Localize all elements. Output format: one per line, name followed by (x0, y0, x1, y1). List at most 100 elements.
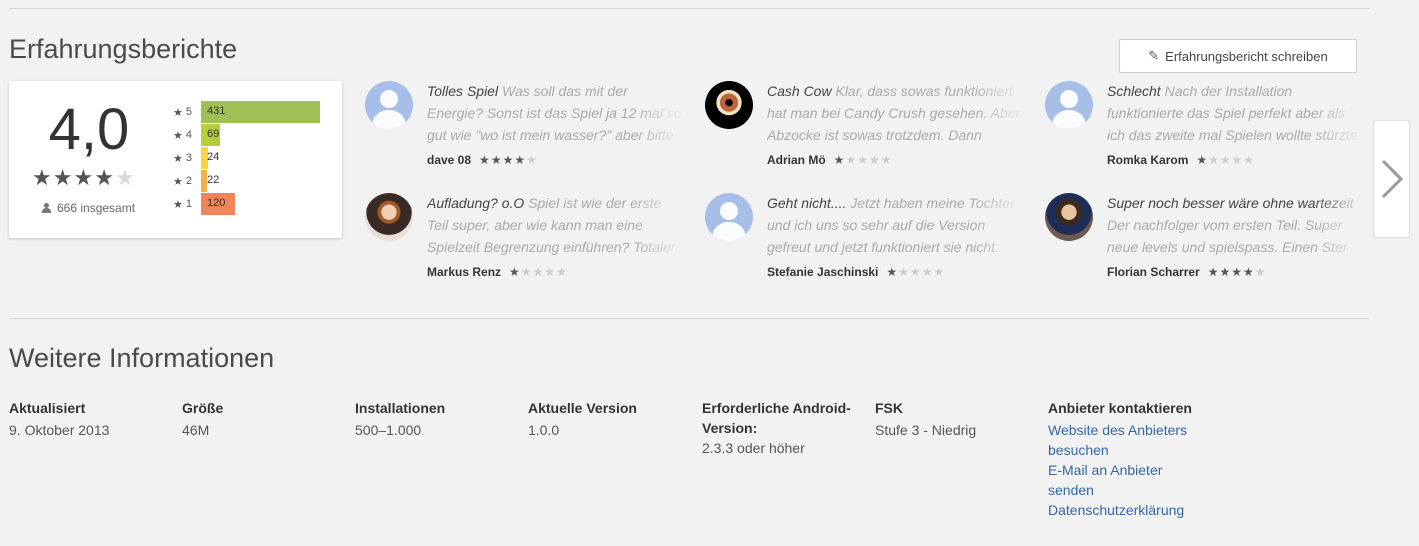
review-author-row: Stefanie Jaschinski ★ ★ ★ ★ ★ (767, 265, 944, 279)
info-heading-android-2: Version: (702, 420, 758, 436)
star-icon: ★ (114, 165, 135, 190)
star-icon: ★ (1231, 153, 1243, 167)
histogram-row: ★ 5 431 (171, 101, 320, 123)
star-icon: ★ (532, 265, 544, 279)
review-title: Aufladung? o.O (427, 195, 525, 211)
review-author-row: dave 08 ★ ★ ★ ★ ★ (427, 153, 537, 167)
avatar[interactable] (705, 193, 753, 241)
histogram-count: 120 (207, 197, 226, 209)
review-text: Aufladung? o.O Spiel ist wie der erste T… (427, 192, 685, 258)
star-icon: ★ (514, 153, 526, 167)
star-icon: ★ (544, 265, 556, 279)
chevron-right-icon (1381, 159, 1403, 199)
rating-summary-card: 4,0 ★ ★ ★ ★ ★ 666 insgesamt ★ 5 431 ★ 4 69 ★ 3 24 ★ 2 2… (9, 81, 342, 238)
review-author: Romka Karom (1107, 153, 1189, 167)
review-text: Schlecht Nach der Installation funktioni… (1107, 80, 1365, 146)
review-text: Tolles Spiel Was soll das mit der Energi… (427, 80, 685, 146)
review-card[interactable]: Geht nicht.... Jetzt haben meine Tochter… (705, 193, 1025, 285)
review-card[interactable]: Aufladung? o.O Spiel ist wie der erste T… (365, 193, 685, 285)
privacy-policy-link[interactable]: Datenschutzerklärung (1048, 500, 1192, 520)
histogram-star-label: ★ 5 (171, 106, 201, 119)
histogram-count: 69 (207, 128, 220, 140)
review-body: Der nachfolger vom ersten Teil. Super ne… (1107, 217, 1348, 255)
star-icon: ★ (1196, 153, 1208, 167)
histogram-row: ★ 1 120 (171, 193, 235, 215)
info-version: Aktuelle Version 1.0.0 (528, 398, 637, 440)
next-reviews-button[interactable] (1373, 120, 1410, 238)
total-ratings: 666 insgesamt (42, 201, 135, 215)
review-stars: ★ ★ ★ ★ ★ (1196, 153, 1254, 167)
middle-divider (9, 318, 1369, 319)
star-icon: ★ (173, 129, 183, 142)
reviews-heading: Erfahrungsberichte (9, 34, 238, 64)
star-icon: ★ (479, 153, 490, 167)
histogram-star-number: 1 (185, 198, 192, 210)
star-icon: ★ (921, 265, 933, 279)
developer-email-link[interactable]: E-Mail an Anbieter senden (1048, 460, 1192, 500)
histogram-row: ★ 2 22 (171, 170, 219, 192)
developer-website-link[interactable]: Website des Anbieters besuchen (1048, 420, 1192, 460)
star-icon: ★ (933, 265, 945, 279)
info-value-installs: 500–1.000 (355, 422, 422, 438)
histogram-count: 431 (207, 105, 226, 117)
info-heading-updated: Aktualisiert (9, 400, 86, 416)
review-card[interactable]: Schlecht Nach der Installation funktioni… (1045, 81, 1365, 173)
histogram-bar: 24 (201, 147, 219, 169)
review-author: Florian Scharrer (1107, 265, 1200, 279)
average-stars: ★ ★ ★ ★ ★ (32, 167, 148, 189)
developer-website-line2: besuchen (1048, 442, 1109, 458)
star-icon: ★ (509, 265, 520, 279)
top-divider (9, 8, 1369, 9)
review-author-row: Romka Karom ★ ★ ★ ★ ★ (1107, 153, 1254, 167)
avatar[interactable] (365, 81, 413, 129)
review-stars: ★ ★ ★ ★ ★ (834, 153, 892, 167)
histogram-star-label: ★ 1 (171, 198, 201, 211)
info-heading-version: Aktuelle Version (528, 400, 637, 416)
review-card[interactable]: Super noch besser wäre ohne wartezeit De… (1045, 193, 1365, 285)
review-stars: ★ ★ ★ ★ ★ (479, 153, 537, 167)
star-icon: ★ (173, 175, 183, 188)
star-icon: ★ (833, 153, 845, 167)
histogram-row: ★ 3 24 (171, 147, 219, 169)
person-icon (42, 203, 51, 213)
info-contact: Anbieter kontaktieren Website des Anbiet… (1048, 398, 1192, 520)
review-stars: ★ ★ ★ ★ ★ (1208, 265, 1266, 279)
pencil-icon: ✎ (1148, 48, 1160, 63)
review-author-row: Markus Renz ★ ★ ★ ★ ★ (427, 265, 567, 279)
avatar[interactable] (1045, 81, 1093, 129)
star-icon: ★ (1243, 153, 1255, 167)
star-icon: ★ (880, 153, 892, 167)
star-icon: ★ (502, 153, 514, 167)
review-stars: ★ ★ ★ ★ ★ (886, 265, 944, 279)
review-card[interactable]: Tolles Spiel Was soll das mit der Energi… (365, 81, 685, 173)
info-value-size: 46M (182, 422, 210, 438)
info-value-updated: 9. Oktober 2013 (9, 422, 110, 438)
star-icon: ★ (52, 165, 73, 190)
write-review-label: Erfahrungsbericht schreiben (1165, 48, 1328, 64)
review-author: dave 08 (427, 153, 472, 167)
info-value-version: 1.0.0 (528, 422, 560, 438)
info-android: Erforderliche Android- Version: 2.3.3 od… (702, 398, 851, 458)
review-title: Schlecht (1107, 83, 1161, 99)
star-icon: ★ (94, 165, 114, 190)
review-card[interactable]: Cash Cow Klar, dass sowas funktioniert h… (705, 81, 1025, 173)
avatar[interactable] (365, 193, 413, 241)
avatar[interactable] (1045, 193, 1093, 241)
histogram-star-number: 3 (185, 152, 192, 164)
info-value-android: 2.3.3 oder höher (702, 440, 805, 456)
star-icon: ★ (845, 153, 857, 167)
star-icon: ★ (1231, 265, 1242, 279)
write-review-button[interactable]: ✎ Erfahrungsbericht schreiben (1119, 39, 1357, 73)
star-icon: ★ (556, 265, 567, 279)
star-icon: ★ (526, 153, 537, 167)
star-icon: ★ (909, 265, 921, 279)
avatar[interactable] (705, 81, 753, 129)
privacy-policy-label: Datenschutzerklärung (1048, 502, 1185, 518)
info-heading-android-1: Erforderliche Android- (702, 400, 851, 416)
star-icon: ★ (490, 153, 502, 167)
star-icon: ★ (1219, 265, 1231, 279)
histogram-row: ★ 4 69 (171, 124, 220, 146)
star-icon: ★ (1219, 153, 1231, 167)
review-text: Cash Cow Klar, dass sowas funktioniert h… (767, 80, 1025, 146)
star-icon: ★ (173, 106, 183, 119)
